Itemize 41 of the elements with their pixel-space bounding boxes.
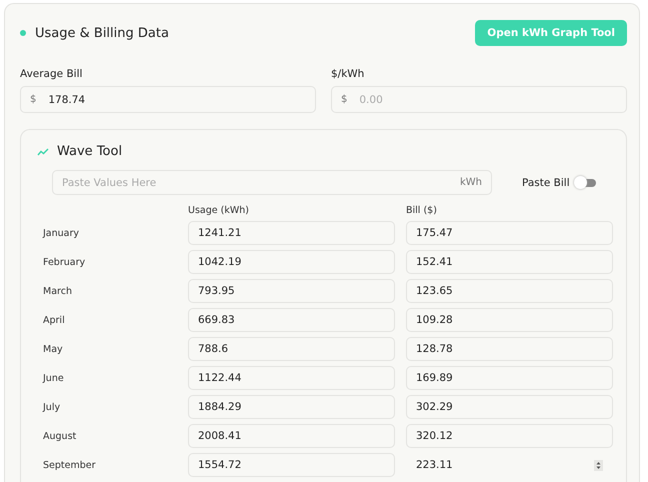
usage-input[interactable]: 1884.29 <box>188 395 395 419</box>
wave-tool-title: Wave Tool <box>57 144 122 159</box>
month-label: February <box>43 256 86 268</box>
bill-input[interactable]: 128.78 <box>406 337 613 361</box>
bill-input[interactable]: 169.89 <box>406 366 613 390</box>
month-label: May <box>43 344 64 354</box>
month-label: January <box>43 228 80 238</box>
bill-input[interactable]: 175.47 <box>406 221 613 245</box>
paste-values-field[interactable]: Paste Values Here kWh <box>52 170 492 195</box>
usage-input[interactable]: 793.95 <box>188 279 395 303</box>
usage-input[interactable]: 1554.72 <box>188 453 395 477</box>
trend-line-icon <box>37 148 49 156</box>
section-title: Usage & Billing Data <box>35 26 169 40</box>
month-label: July <box>43 402 62 412</box>
month-label: September <box>43 460 97 470</box>
input-field[interactable]: $ 178.74 <box>20 86 316 113</box>
bill-input[interactable]: 302.29 <box>406 395 613 419</box>
usage-input[interactable]: 1042.19 <box>188 250 395 274</box>
usage-input[interactable]: 788.6 <box>188 337 395 361</box>
usage-input[interactable]: 2008.41 <box>188 424 395 448</box>
status-dot-icon <box>20 30 26 36</box>
month-label: April <box>43 314 66 326</box>
bill-input[interactable]: 152.41 <box>406 250 613 274</box>
field-label: $/kWh <box>331 68 366 80</box>
field-label: Average Bill <box>20 68 84 80</box>
usage-input[interactable]: 1122.44 <box>188 366 395 390</box>
bill-input[interactable]: 320.12 <box>406 424 613 448</box>
month-label: June <box>43 372 65 384</box>
month-label: March <box>43 286 73 296</box>
usage-input[interactable]: 1241.21 <box>188 221 395 245</box>
paste-bill-toggle[interactable] <box>576 178 596 186</box>
bill-input[interactable]: 109.28 <box>406 308 613 332</box>
bill-input[interactable]: 223.11 <box>406 453 613 477</box>
bill-input[interactable]: 123.65 <box>406 279 613 303</box>
input-field[interactable]: $ 0.00 <box>331 86 627 113</box>
usage-input[interactable]: 669.83 <box>188 308 395 332</box>
toggle-label: Paste Bill <box>522 176 570 188</box>
spinner-icon[interactable] <box>594 460 603 470</box>
column-header: Usage (kWh) <box>188 205 250 216</box>
month-label: August <box>43 430 78 442</box>
column-header: Bill ($) <box>406 205 438 216</box>
